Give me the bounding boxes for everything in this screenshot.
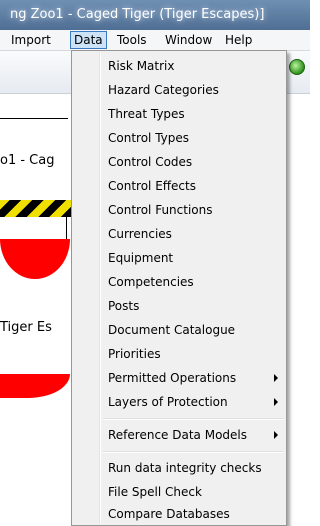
title-bar: ng Zoo1 - Caged Tiger (Tiger Escapes)]	[0, 0, 310, 30]
menu-help[interactable]: Help	[222, 31, 255, 49]
menu-import[interactable]: Import	[8, 31, 54, 49]
menu-item-run-data-integrity-checks[interactable]: Run data integrity checks	[74, 457, 285, 479]
refresh-icon[interactable]	[289, 59, 305, 75]
menu-item-permitted-operations[interactable]: Permitted Operations	[74, 367, 285, 389]
menu-separator	[103, 451, 283, 453]
menu-item-control-codes[interactable]: Control Codes	[74, 151, 285, 173]
red-shape-top	[0, 239, 70, 279]
submenu-arrow-icon	[274, 431, 278, 439]
diagram-label-top: o1 - Cag	[0, 153, 55, 168]
menu-item-file-spell-check[interactable]: File Spell Check	[74, 481, 285, 503]
menu-item-reference-data-models[interactable]: Reference Data Models	[74, 424, 285, 446]
menu-item-layers-of-protection[interactable]: Layers of Protection	[74, 391, 285, 413]
menu-item-threat-types[interactable]: Threat Types	[74, 103, 285, 125]
menu-item-currencies[interactable]: Currencies	[74, 223, 285, 245]
menu-data[interactable]: Data	[70, 31, 107, 49]
menu-bar: Import Data Tools Window Help	[0, 30, 310, 51]
diagram-connector	[66, 217, 67, 239]
menu-item-control-functions[interactable]: Control Functions	[74, 199, 285, 221]
menu-item-competencies[interactable]: Competencies	[74, 271, 285, 293]
hazard-stripe	[0, 200, 72, 217]
menu-item-equipment[interactable]: Equipment	[74, 247, 285, 269]
window-title: ng Zoo1 - Caged Tiger (Tiger Escapes)]	[10, 7, 265, 22]
menu-item-risk-matrix[interactable]: Risk Matrix	[74, 55, 285, 77]
menu-item-control-effects[interactable]: Control Effects	[74, 175, 285, 197]
submenu-arrow-icon	[274, 398, 278, 406]
diagram-label-bottom: Tiger Es	[0, 320, 52, 335]
data-menu-dropdown: Risk Matrix Hazard Categories Threat Typ…	[71, 50, 287, 526]
menu-tools[interactable]: Tools	[114, 31, 150, 49]
menu-separator	[103, 418, 283, 420]
diagram-line	[0, 118, 68, 119]
red-shape-bottom	[0, 374, 70, 398]
menu-item-compare-databases[interactable]: Compare Databases	[74, 503, 285, 525]
menu-item-control-types[interactable]: Control Types	[74, 127, 285, 149]
menu-item-hazard-categories[interactable]: Hazard Categories	[74, 79, 285, 101]
menu-item-priorities[interactable]: Priorities	[74, 343, 285, 365]
menu-item-posts[interactable]: Posts	[74, 295, 285, 317]
menu-window[interactable]: Window	[162, 31, 215, 49]
submenu-arrow-icon	[274, 374, 278, 382]
menu-item-document-catalogue[interactable]: Document Catalogue	[74, 319, 285, 341]
